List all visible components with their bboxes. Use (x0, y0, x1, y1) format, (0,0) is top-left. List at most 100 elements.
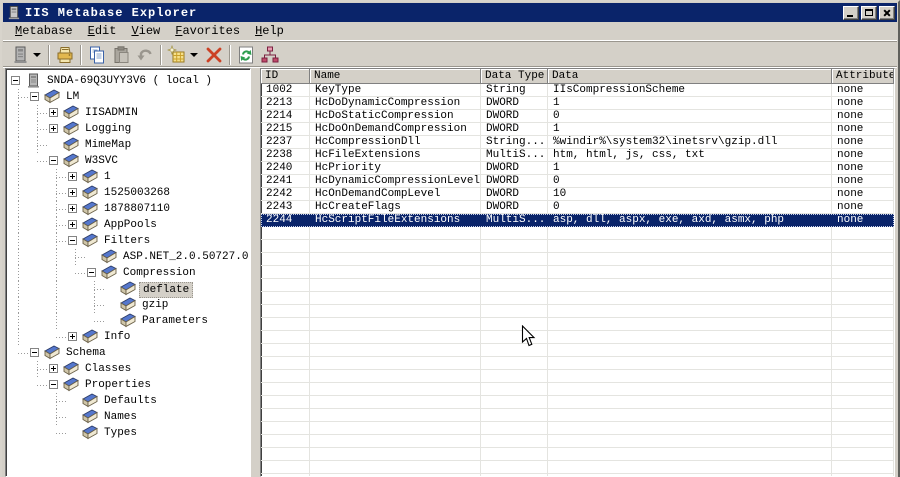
menu-item-metabase[interactable]: Metabase (8, 22, 81, 40)
tree-node-1525003268[interactable]: 1525003268 (6, 185, 250, 201)
tree-node-asp-net-2-0-50727-0[interactable]: ASP.NET_2.0.50727.0 (6, 249, 250, 265)
tree-node-label[interactable]: gzip (139, 297, 171, 313)
tree-node-label[interactable]: IISADMIN (82, 105, 141, 121)
column-header-name[interactable]: Name (310, 69, 481, 84)
hierarchy-view-button[interactable] (258, 44, 282, 66)
tree-node-deflate[interactable]: deflate (6, 281, 250, 298)
tree-node-classes[interactable]: Classes (6, 361, 250, 377)
undo-button[interactable] (133, 44, 157, 66)
column-header-data[interactable]: Data (548, 69, 832, 84)
collapse-toggle-icon[interactable] (87, 268, 96, 277)
maximize-button[interactable] (861, 5, 877, 20)
property-row-2215[interactable]: 2215 HcDoOnDemandCompression DWORD 1 none (261, 123, 894, 136)
expand-toggle-icon[interactable] (68, 172, 77, 181)
property-row-1002[interactable]: 1002 KeyType String IIsCompressionScheme non… (261, 84, 894, 97)
refresh-button[interactable] (234, 44, 258, 66)
tree-node-iisadmin[interactable]: IISADMIN (6, 105, 250, 121)
tree-node-compression[interactable]: Compression (6, 265, 250, 281)
tree-node-schema[interactable]: Schema (6, 345, 250, 361)
expand-toggle-icon[interactable] (49, 124, 58, 133)
metabase-key-icon (82, 329, 98, 344)
pane-splitter[interactable] (251, 68, 260, 477)
tree-node-1[interactable]: 1 (6, 169, 250, 185)
property-row-2241[interactable]: 2241 HcDynamicCompressionLevel DWORD 0 none (261, 175, 894, 188)
tree-node-w3svc[interactable]: W3SVC (6, 153, 250, 169)
tree-node-label[interactable]: Names (101, 409, 140, 425)
title-bar[interactable]: IIS Metabase Explorer (3, 3, 897, 22)
new-record-button[interactable] (165, 44, 189, 66)
collapse-toggle-icon[interactable] (30, 348, 39, 357)
collapse-toggle-icon[interactable] (49, 380, 58, 389)
tree-node-label[interactable]: 1 (101, 169, 114, 185)
tree-node-label[interactable]: W3SVC (82, 153, 121, 169)
cell-type: DWORD (481, 188, 548, 201)
tree-node-info[interactable]: Info (6, 329, 250, 345)
tree-node-mimemap[interactable]: MimeMap (6, 137, 250, 153)
paste-button[interactable] (109, 44, 133, 66)
tree-node-label[interactable]: MimeMap (82, 137, 134, 153)
tree-node-names[interactable]: Names (6, 409, 250, 425)
collapse-toggle-icon[interactable] (11, 76, 20, 85)
property-row-2214[interactable]: 2214 HcDoStaticCompression DWORD 0 none (261, 110, 894, 123)
expand-toggle-icon[interactable] (49, 108, 58, 117)
tree-node-apppools[interactable]: AppPools (6, 217, 250, 233)
copy-button[interactable] (85, 44, 109, 66)
collapse-toggle-icon[interactable] (68, 236, 77, 245)
tree-node-label[interactable]: Logging (82, 121, 134, 137)
print-button[interactable] (53, 44, 77, 66)
property-row-2240[interactable]: 2240 HcPriority DWORD 1 none (261, 162, 894, 175)
tree-node-label[interactable]: Parameters (139, 313, 211, 329)
tree-node-snda-69q3uyy3v6-local[interactable]: SNDA-69Q3UYY3V6 ( local ) (6, 73, 250, 89)
tree-node-label[interactable]: AppPools (101, 217, 160, 233)
menu-item-help[interactable]: Help (248, 22, 292, 40)
column-header-data-type[interactable]: Data Type (481, 69, 548, 84)
property-row-2238[interactable]: 2238 HcFileExtensions MultiS... htm, html, … (261, 149, 894, 162)
tree-node-filters[interactable]: Filters (6, 233, 250, 249)
tree-node-label[interactable]: Properties (82, 377, 154, 393)
property-row-2243[interactable]: 2243 HcCreateFlags DWORD 0 none (261, 201, 894, 214)
property-row-2213[interactable]: 2213 HcDoDynamicCompression DWORD 1 none (261, 97, 894, 110)
menu-item-favorites[interactable]: Favorites (168, 22, 248, 40)
menu-item-edit[interactable]: Edit (81, 22, 125, 40)
new-record-dropdown-arrow-icon[interactable] (190, 52, 198, 57)
column-header-attributes[interactable]: Attributes (832, 69, 894, 84)
expand-toggle-icon[interactable] (49, 364, 58, 373)
connect-dropdown-arrow-icon[interactable] (33, 52, 41, 57)
close-button[interactable] (879, 5, 895, 20)
tree-node-defaults[interactable]: Defaults (6, 393, 250, 409)
tree-node-types[interactable]: Types (6, 425, 250, 441)
tree-node-label[interactable]: 1878807110 (101, 201, 173, 217)
tree-node-label[interactable]: Info (101, 329, 133, 345)
tree-node-label[interactable]: Classes (82, 361, 134, 377)
tree-node-label[interactable]: ASP.NET_2.0.50727.0 (120, 249, 250, 265)
expand-toggle-icon[interactable] (68, 332, 77, 341)
tree-node-label[interactable]: Defaults (101, 393, 160, 409)
tree-node-label[interactable]: Compression (120, 265, 199, 281)
tree-node-label[interactable]: deflate (139, 282, 194, 298)
minimize-button[interactable] (843, 5, 859, 20)
tree-node-1878807110[interactable]: 1878807110 (6, 201, 250, 217)
column-header-id[interactable]: ID (261, 69, 310, 84)
tree-node-label[interactable]: Schema (63, 345, 109, 361)
tree-node-label[interactable]: Filters (101, 233, 153, 249)
expand-toggle-icon[interactable] (68, 204, 77, 213)
delete-button[interactable] (202, 44, 226, 66)
expand-toggle-icon[interactable] (68, 188, 77, 197)
collapse-toggle-icon[interactable] (49, 156, 58, 165)
menu-item-view[interactable]: View (124, 22, 168, 40)
tree-node-label[interactable]: Types (101, 425, 140, 441)
tree-node-lm[interactable]: LM (6, 89, 250, 105)
property-row-2237[interactable]: 2237 HcCompressionDll String... %windir%\sy… (261, 136, 894, 149)
tree-node-label[interactable]: LM (63, 89, 82, 105)
tree-node-parameters[interactable]: Parameters (6, 313, 250, 329)
tree-node-logging[interactable]: Logging (6, 121, 250, 137)
collapse-toggle-icon[interactable] (30, 92, 39, 101)
tree-node-label[interactable]: 1525003268 (101, 185, 173, 201)
expand-toggle-icon[interactable] (68, 220, 77, 229)
connect-server-button[interactable] (8, 44, 32, 66)
tree-node-properties[interactable]: Properties (6, 377, 250, 393)
tree-node-gzip[interactable]: gzip (6, 297, 250, 313)
property-row-2242[interactable]: 2242 HcOnDemandCompLevel DWORD 10 none (261, 188, 894, 201)
tree-node-label[interactable]: SNDA-69Q3UYY3V6 ( local ) (44, 73, 215, 89)
property-row-2244[interactable]: 2244 HcScriptFileExtensions MultiS... asp, … (261, 214, 894, 227)
